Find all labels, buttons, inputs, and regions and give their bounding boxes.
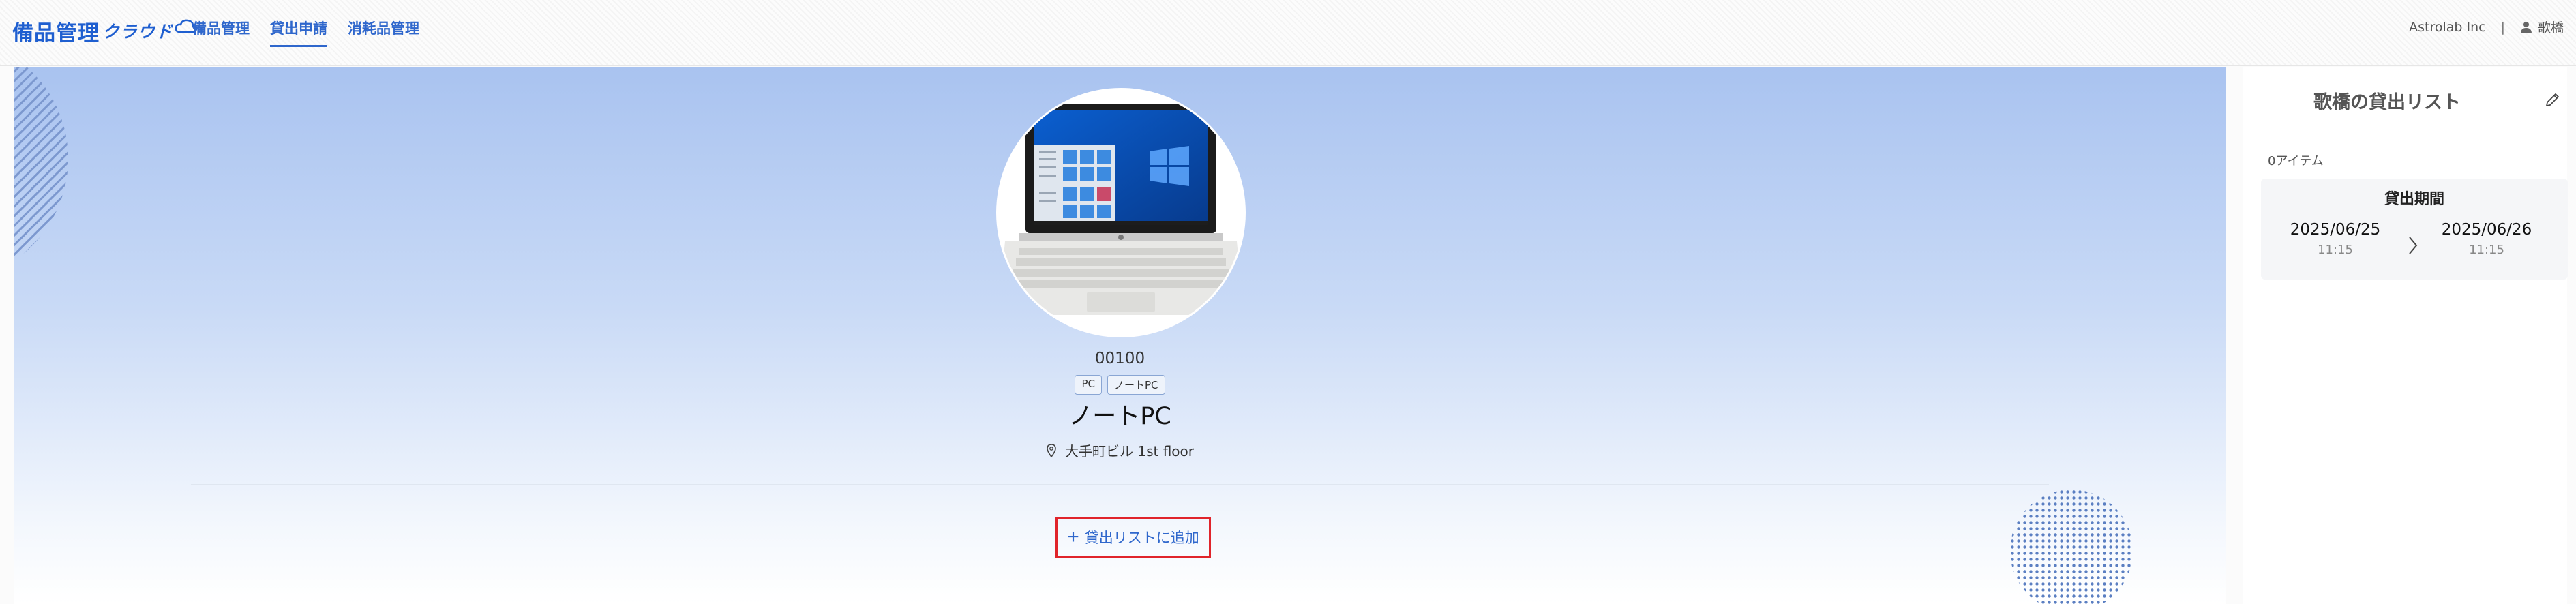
laptop-image xyxy=(998,90,1244,335)
item-code: 00100 xyxy=(1094,350,1145,367)
period-end: 2025/06/26 11:15 xyxy=(2422,221,2551,257)
item-tags: PC ノートPC xyxy=(14,375,2226,395)
item-detail-panel: 00100 PC ノートPC ノートPC 大手町ビル 1st floor + 貸… xyxy=(14,67,2226,604)
tag-badge: ノートPC xyxy=(1107,375,1165,395)
add-to-loan-list-button[interactable]: + 貸出リストに追加 xyxy=(1055,517,1211,558)
item-location: 大手町ビル 1st floor xyxy=(14,440,2226,460)
decorative-dots xyxy=(2010,489,2133,604)
nav-item-equipment[interactable]: 備品管理 xyxy=(192,15,250,47)
loan-list-title: 歌橋の貸出リスト xyxy=(2262,87,2512,125)
pencil-icon[interactable] xyxy=(2545,91,2561,108)
start-date: 2025/06/25 xyxy=(2290,221,2381,239)
plus-icon: + xyxy=(1067,526,1079,548)
nav-item-consumables[interactable]: 消耗品管理 xyxy=(348,15,419,47)
logo-suffix: クラウド xyxy=(102,22,174,42)
end-time: 11:15 xyxy=(2469,243,2504,257)
loan-list-panel: 歌橋の貸出リスト 0アイテム 貸出期間 2025/06/25 11:15 202… xyxy=(2243,67,2568,604)
nav-item-loan-request[interactable]: 貸出申請 xyxy=(270,15,327,47)
product-image xyxy=(998,90,1244,335)
main-nav: 備品管理 貸出申請 消耗品管理 xyxy=(192,15,440,47)
item-name: ノートPC xyxy=(1068,403,1171,430)
logo-text: 備品管理 xyxy=(12,20,100,46)
tag-badge: PC xyxy=(1075,375,1102,395)
location-pin-icon xyxy=(1047,443,1056,457)
location-text: 大手町ビル 1st floor xyxy=(1065,443,1194,459)
header-user-area: Astrolab Inc | 歌橋 xyxy=(2409,18,2564,36)
decorative-stripes xyxy=(14,67,68,271)
user-icon xyxy=(2520,21,2532,33)
app-logo[interactable]: 備品管理 クラウド xyxy=(12,14,198,48)
start-time: 11:15 xyxy=(2318,243,2353,257)
item-count: 0アイテム xyxy=(2268,154,2324,168)
section-divider xyxy=(191,484,2049,485)
header-separator: | xyxy=(2500,19,2505,35)
period-start: 2025/06/25 11:15 xyxy=(2271,221,2400,257)
top-header: 備品管理 クラウド 備品管理 貸出申請 消耗品管理 Astrolab Inc |… xyxy=(0,0,2576,66)
loan-period-card[interactable]: 貸出期間 2025/06/25 11:15 2025/06/26 11:15 xyxy=(2261,179,2568,280)
loan-period-title: 貸出期間 xyxy=(2384,191,2444,208)
chevron-right-icon xyxy=(2409,237,2418,254)
company-name[interactable]: Astrolab Inc xyxy=(2409,20,2485,35)
add-button-label: 貸出リストに追加 xyxy=(1084,530,1199,546)
user-name[interactable]: 歌橋 xyxy=(2538,18,2564,36)
end-date: 2025/06/26 xyxy=(2441,221,2532,239)
